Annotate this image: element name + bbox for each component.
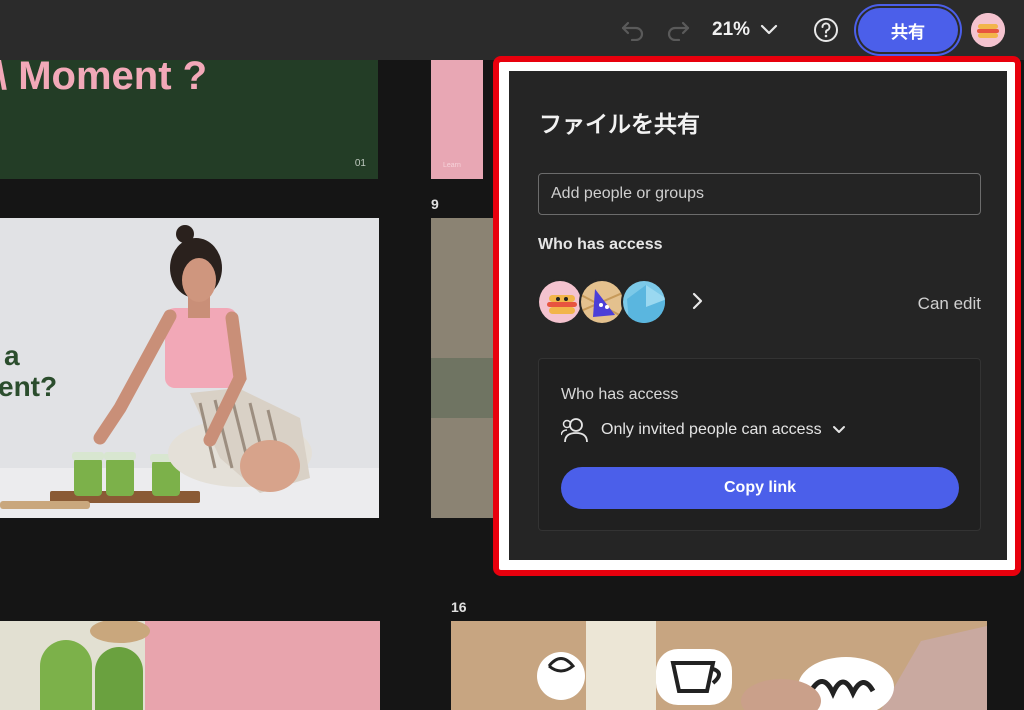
permission-label[interactable]: Can edit — [918, 294, 981, 314]
collaborator-avatar-2[interactable] — [579, 279, 625, 325]
panel-title: ファイルを共有 — [539, 111, 700, 137]
slide-caption: Learn — [443, 162, 461, 169]
slide-thumbnail-1[interactable]: \ Moment ? 01 — [0, 60, 378, 179]
collaborator-avatar-3[interactable] — [621, 279, 667, 325]
share-button[interactable]: 共有 — [858, 8, 958, 52]
help-icon[interactable] — [810, 14, 842, 46]
access-level-dropdown[interactable]: Only invited people can access — [561, 415, 846, 445]
woman-with-drinks-photo — [0, 218, 379, 518]
slide-text-line-1: a — [4, 340, 20, 371]
link-access-heading: Who has access — [561, 386, 679, 403]
collaborator-avatar-1[interactable] — [537, 279, 583, 325]
user-avatar[interactable] — [971, 13, 1005, 47]
undo-icon[interactable] — [617, 14, 649, 46]
slide-title-text: \ Moment ? — [0, 60, 208, 98]
who-has-access-heading: Who has access — [538, 236, 663, 253]
link-access-card: Who has access Only invited people can a… — [538, 358, 981, 531]
plant-photo — [0, 621, 380, 710]
chevron-right-icon[interactable] — [687, 291, 707, 311]
chevron-down-icon — [832, 426, 845, 433]
slide-thumbnail-2[interactable]: Learn — [431, 60, 483, 179]
coffee-sticker-photo — [451, 621, 987, 710]
slide-thumbnail-9[interactable] — [431, 218, 493, 518]
access-option-label: Only invited people can access — [601, 421, 822, 438]
slide-thumbnail-16[interactable] — [451, 621, 987, 710]
slide-text-line-2: ent? — [0, 371, 58, 402]
slide-number-16: 16 — [451, 599, 467, 615]
zoom-label: 21% — [712, 19, 751, 40]
slide-9-background-shape — [431, 358, 493, 418]
add-people-input[interactable] — [538, 173, 981, 215]
slide-number-9: 9 — [431, 196, 439, 212]
slide-page-number: 01 — [354, 158, 366, 169]
top-toolbar: 21% 共有 — [0, 0, 1024, 60]
slide-thumbnail-photo[interactable]: a ent? — [0, 218, 379, 518]
slide-thumbnail-bottom-left[interactable] — [0, 621, 380, 710]
chevron-down-icon — [760, 24, 778, 35]
people-icon — [561, 418, 588, 443]
share-file-panel: ファイルを共有 Who has access Can edit Who has … — [509, 71, 1007, 560]
redo-icon[interactable] — [662, 14, 694, 46]
copy-link-button[interactable]: Copy link — [561, 467, 959, 509]
zoom-control[interactable]: 21% — [712, 16, 778, 44]
